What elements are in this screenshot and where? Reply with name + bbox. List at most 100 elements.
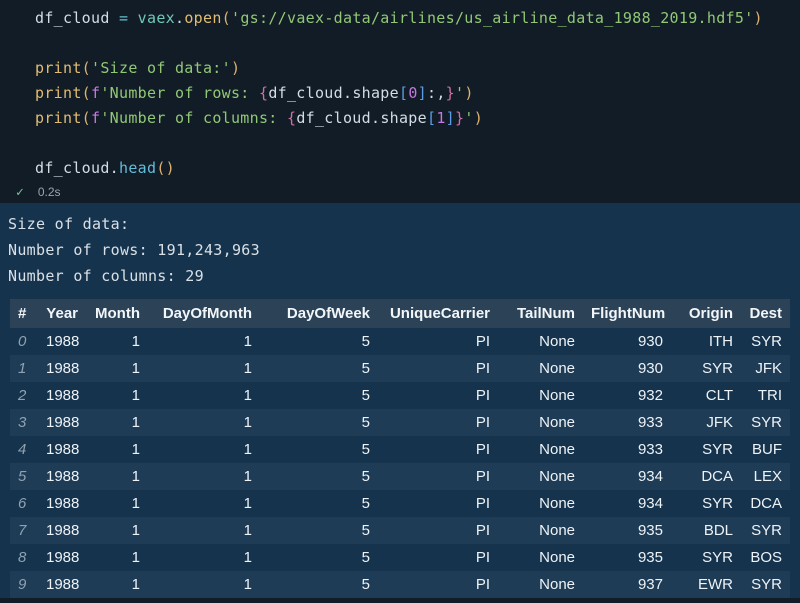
table-cell: BOS: [741, 544, 790, 571]
column-header: Dest: [741, 299, 790, 328]
table-cell: 5: [260, 382, 378, 409]
code-line: print('Size of data:'): [35, 56, 800, 81]
table-header: #YearMonthDayOfMonthDayOfWeekUniqueCarri…: [10, 299, 790, 328]
code-token: f: [91, 84, 100, 102]
row-index-cell: 0: [10, 328, 38, 355]
column-header: Origin: [671, 299, 741, 328]
code-token: }: [446, 84, 455, 102]
code-token: head: [119, 159, 156, 177]
column-header: #: [10, 299, 38, 328]
table-cell: 1: [86, 571, 148, 598]
table-cell: PI: [378, 517, 498, 544]
table-cell: 1988: [38, 463, 86, 490]
table-cell: 1988: [38, 355, 86, 382]
table-cell: 5: [260, 463, 378, 490]
column-header: FlightNum: [583, 299, 671, 328]
table-cell: 1: [86, 544, 148, 571]
code-token: 0: [408, 84, 417, 102]
code-token: ): [474, 109, 483, 127]
table-cell: SYR: [671, 490, 741, 517]
table-cell: PI: [378, 328, 498, 355]
table-cell: 1: [86, 463, 148, 490]
table-cell: 5: [260, 517, 378, 544]
code-token: ): [166, 159, 175, 177]
table-cell: SYR: [741, 571, 790, 598]
table-cell: 5: [260, 571, 378, 598]
table-cell: DCA: [671, 463, 741, 490]
column-header: UniqueCarrier: [378, 299, 498, 328]
table-cell: 1: [148, 409, 260, 436]
table-cell: None: [498, 490, 583, 517]
code-token: 1: [436, 109, 445, 127]
code-token: :,: [427, 84, 446, 102]
code-token: shape: [380, 109, 427, 127]
table-cell: None: [498, 382, 583, 409]
row-index-cell: 3: [10, 409, 38, 436]
table-cell: 5: [260, 409, 378, 436]
code-token: open: [184, 9, 221, 27]
table-cell: PI: [378, 409, 498, 436]
table-cell: None: [498, 463, 583, 490]
table-cell: 1: [86, 490, 148, 517]
table-cell: 1: [148, 544, 260, 571]
table-cell: 1988: [38, 517, 86, 544]
code-token: ): [231, 59, 240, 77]
table-cell: ITH: [671, 328, 741, 355]
table-row: 41988115PINone933SYRBUF: [10, 436, 790, 463]
table-cell: SYR: [741, 409, 790, 436]
column-header: Year: [38, 299, 86, 328]
code-token: 'Number of rows:: [100, 84, 259, 102]
code-token: ): [754, 9, 763, 27]
code-token: =: [119, 9, 128, 27]
code-token: (: [156, 159, 165, 177]
code-token: (: [82, 109, 91, 127]
table-cell: EWR: [671, 571, 741, 598]
code-token: print: [35, 59, 82, 77]
code-token: .: [110, 159, 119, 177]
code-token: .: [175, 9, 184, 27]
table-cell: PI: [378, 544, 498, 571]
code-token: ]: [418, 84, 427, 102]
row-index-cell: 5: [10, 463, 38, 490]
code-token: .: [371, 109, 380, 127]
table-cell: PI: [378, 463, 498, 490]
code-token: df_cloud: [296, 109, 371, 127]
stream-output-line: Number of columns: 29: [8, 263, 800, 289]
table-cell: SYR: [671, 544, 741, 571]
table-cell: 935: [583, 517, 671, 544]
code-token: vaex: [138, 9, 175, 27]
table-cell: None: [498, 328, 583, 355]
table-cell: 1988: [38, 436, 86, 463]
table-cell: 1988: [38, 544, 86, 571]
code-token: .: [343, 84, 352, 102]
table-body: 01988115PINone930ITHSYR11988115PINone930…: [10, 328, 790, 598]
code-token: [: [427, 109, 436, 127]
table-cell: SYR: [741, 517, 790, 544]
bottom-strip: [0, 598, 800, 603]
table-cell: CLT: [671, 382, 741, 409]
table-cell: None: [498, 544, 583, 571]
table-cell: None: [498, 571, 583, 598]
table-cell: None: [498, 355, 583, 382]
code-token: {: [259, 84, 268, 102]
code-token: ': [455, 84, 464, 102]
table-row: 61988115PINone934SYRDCA: [10, 490, 790, 517]
code-token: [: [399, 84, 408, 102]
row-index-cell: 2: [10, 382, 38, 409]
table-cell: 1: [86, 382, 148, 409]
code-cell[interactable]: df_cloud = vaex.open('gs://vaex-data/air…: [0, 0, 800, 181]
table-cell: 1: [148, 436, 260, 463]
table-cell: 1988: [38, 382, 86, 409]
table-cell: PI: [378, 436, 498, 463]
code-line: print(f'Number of columns: {df_cloud.sha…: [35, 106, 800, 131]
table-cell: PI: [378, 355, 498, 382]
table-cell: 5: [260, 544, 378, 571]
table-cell: None: [498, 436, 583, 463]
code-token: ): [464, 84, 473, 102]
row-index-cell: 6: [10, 490, 38, 517]
code-token: }: [455, 109, 464, 127]
table-row: 11988115PINone930SYRJFK: [10, 355, 790, 382]
table-cell: SYR: [671, 436, 741, 463]
table-cell: DCA: [741, 490, 790, 517]
table-cell: 935: [583, 544, 671, 571]
